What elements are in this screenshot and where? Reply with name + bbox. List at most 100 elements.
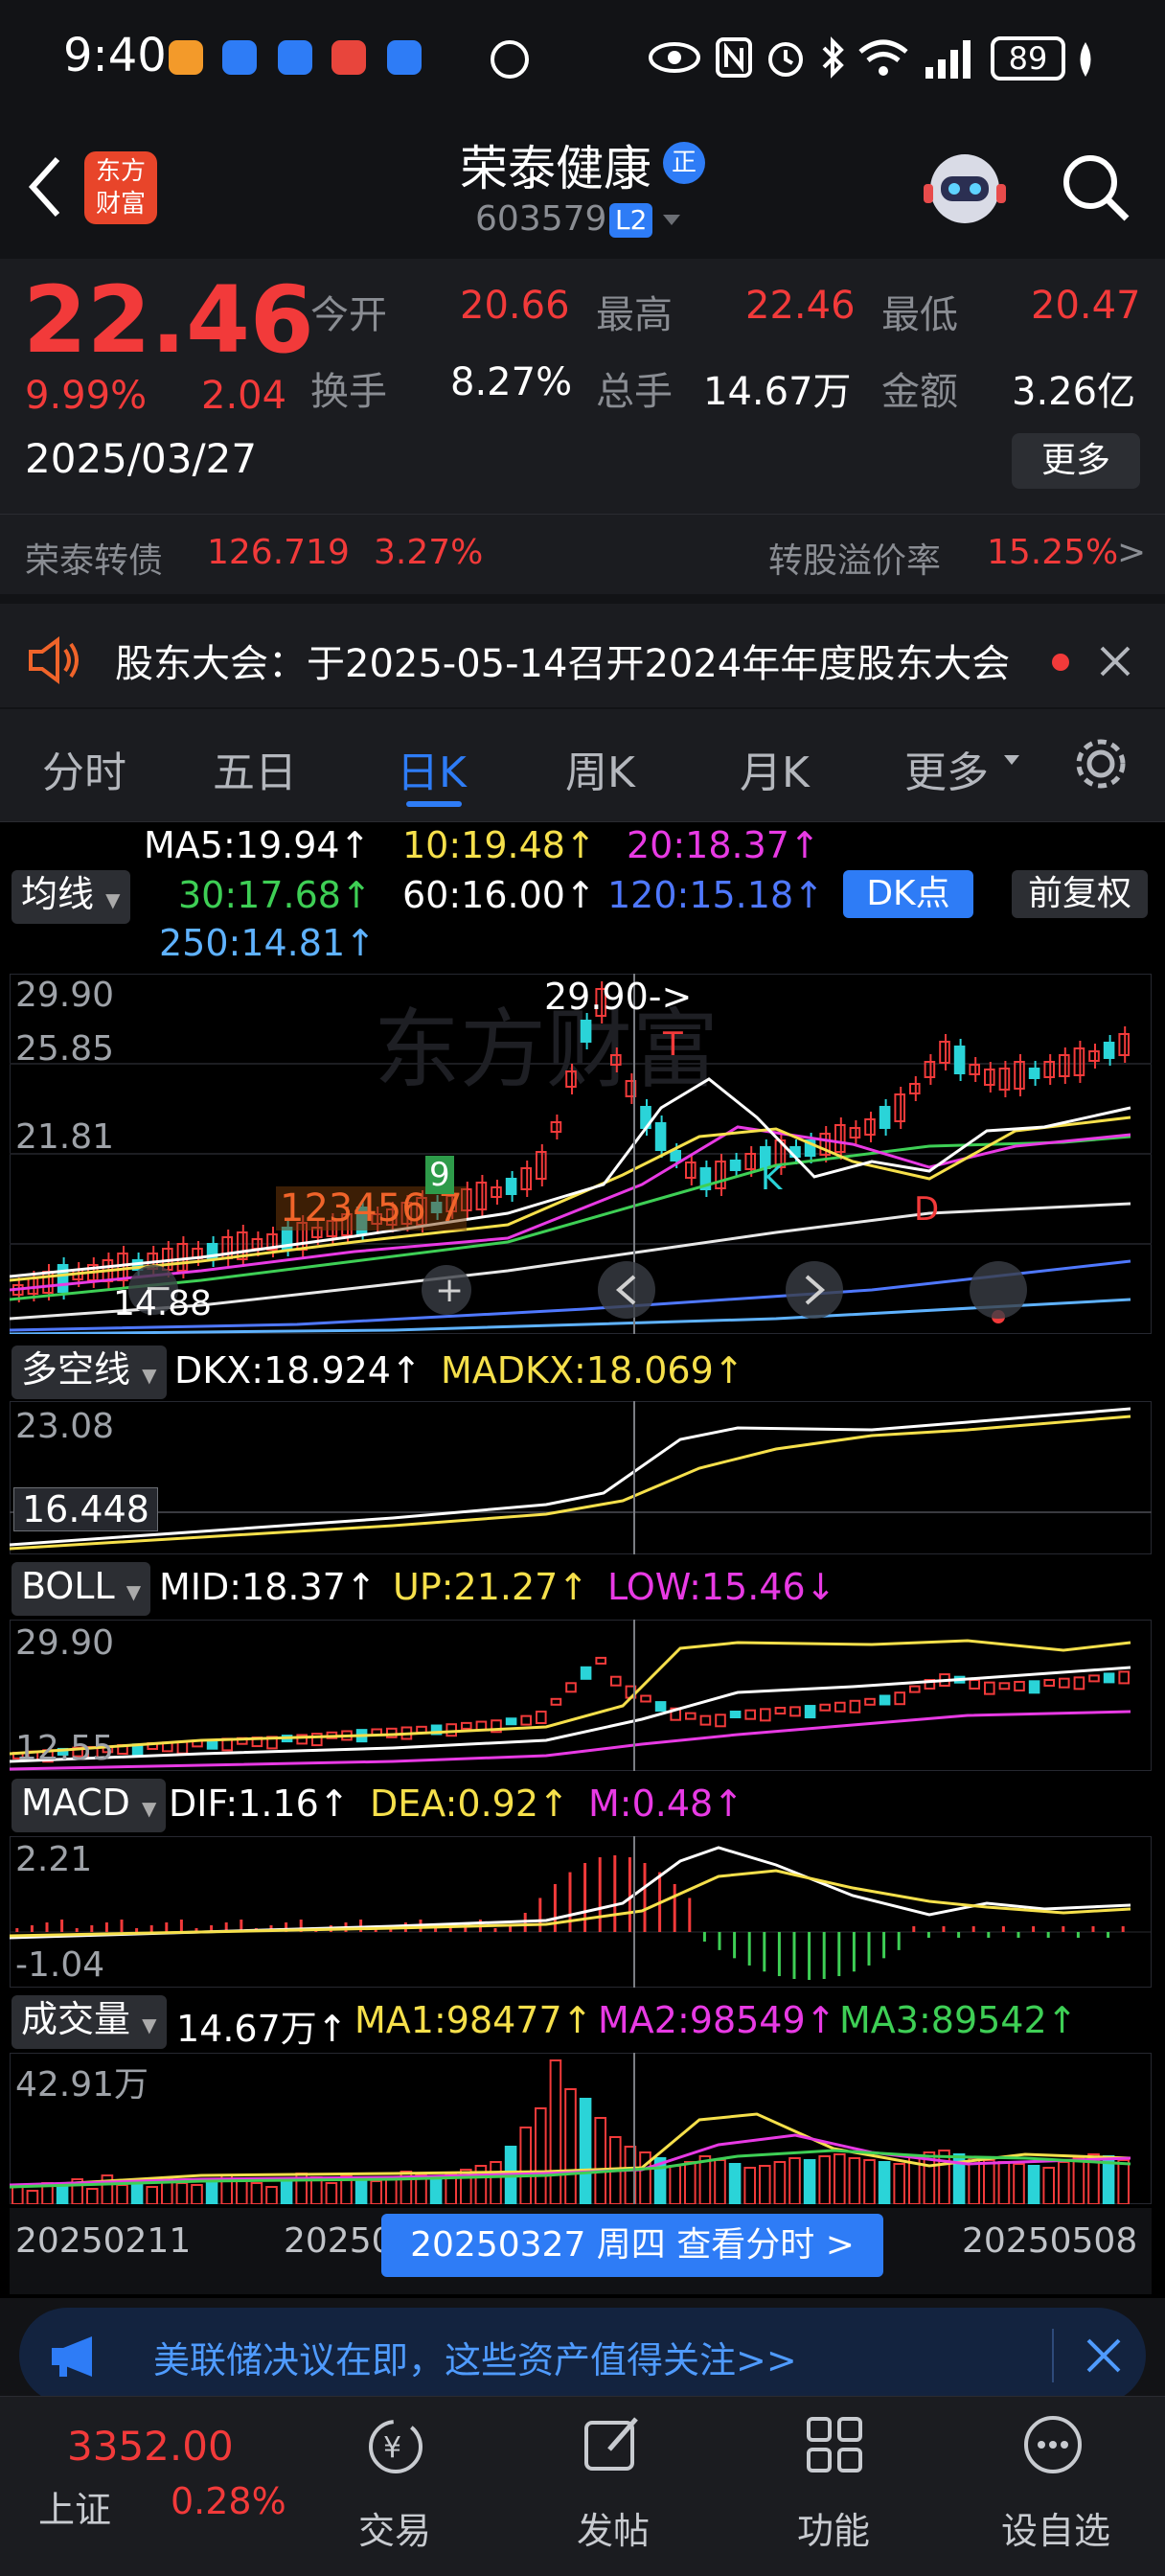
volume-bar: [191, 2184, 203, 2204]
boll-candle: [760, 1708, 771, 1722]
trade-icon[interactable]: ¥: [362, 2415, 429, 2478]
nfc-icon: [491, 40, 529, 79]
close-icon[interactable]: [1085, 2336, 1123, 2375]
brand-line2: 财富: [95, 190, 146, 218]
app-notification-icon: [169, 40, 203, 75]
tab-weekly-k[interactable]: 周K: [565, 738, 635, 799]
volume-bar: [280, 2178, 293, 2204]
volume-bar: [983, 2159, 995, 2204]
dkx-dropdown[interactable]: 多空线 ▼: [11, 1346, 167, 1399]
volume-bar: [549, 2059, 562, 2204]
battery-icon: 89: [991, 36, 1065, 80]
tab-daily-k[interactable]: 日K: [397, 738, 467, 799]
robot-assistant-icon[interactable]: [920, 146, 1010, 232]
post-icon[interactable]: [581, 2413, 644, 2476]
tab-more[interactable]: 更多: [904, 738, 989, 799]
boll-candle: [998, 1682, 1011, 1690]
notice-bar[interactable]: 股东大会：于2025-05-14召开2024年年度股东大会: [0, 594, 1165, 707]
search-icon[interactable]: [1058, 150, 1134, 226]
dkx-chart[interactable]: [10, 1401, 1152, 1554]
scroll-right-button[interactable]: [786, 1261, 843, 1319]
date-axis-left: 20250211: [15, 2221, 192, 2261]
index-value[interactable]: 3352.00: [67, 2423, 234, 2470]
volume-bar: [265, 2186, 278, 2204]
nine-marker: 9: [425, 1156, 454, 1194]
boll-candle: [744, 1709, 757, 1720]
boll-candle: [461, 1721, 472, 1730]
volume-bar: [863, 2159, 876, 2204]
stock-code: 603579: [475, 199, 607, 239]
ma30-value: 30:17.68↑: [178, 874, 372, 916]
candle: [1103, 1042, 1115, 1059]
volume-dropdown-label: 成交量: [21, 1998, 131, 2040]
promo-banner[interactable]: 美联储决议在即，这些资产值得关注>>: [19, 2308, 1146, 2404]
adjust-button[interactable]: 前复权: [1012, 870, 1148, 918]
volume-bar: [370, 2180, 382, 2204]
boll-candle: [1043, 1679, 1056, 1687]
tab-five-day[interactable]: 五日: [213, 738, 297, 799]
boll-candle: [774, 1707, 787, 1715]
premium-label[interactable]: 转股溢价率: [768, 533, 941, 583]
candle: [1028, 1068, 1040, 1079]
dkx-axis-top: 23.08: [15, 1407, 115, 1446]
boll-up-line: [10, 1639, 1131, 1756]
volume-bar: [490, 2161, 502, 2204]
boll-candle: [699, 1714, 712, 1726]
nav-function[interactable]: 功能: [757, 2501, 910, 2554]
volume-bar: [878, 2161, 891, 2204]
more-button[interactable]: 更多: [1012, 433, 1140, 489]
volume-chart[interactable]: [10, 2053, 1152, 2204]
macd-dropdown[interactable]: MACD ▼: [11, 1779, 167, 1832]
boll-candle: [1073, 1676, 1085, 1690]
signal-icon: [925, 40, 971, 79]
ma-dropdown[interactable]: 均线 ▼: [11, 870, 130, 924]
nav-watchlist[interactable]: 设自选: [979, 2501, 1132, 2554]
boll-dropdown[interactable]: BOLL ▼: [11, 1562, 151, 1616]
volume-bar: [385, 2176, 398, 2204]
gear-icon[interactable]: [1071, 734, 1131, 794]
expand-button[interactable]: [970, 1261, 1027, 1319]
boll-candle: [654, 1701, 667, 1713]
macd-chart[interactable]: [10, 1836, 1152, 1988]
boll-chart[interactable]: [10, 1620, 1152, 1771]
back-arrow-icon[interactable]: [23, 153, 65, 220]
app-notification-icon: [387, 40, 422, 75]
boll-axis-bottom: 12.55: [15, 1729, 115, 1768]
candle: [670, 1150, 682, 1162]
divider: [1052, 2329, 1054, 2382]
index-name[interactable]: 上证: [38, 2480, 111, 2533]
volume-bar: [1058, 2161, 1070, 2204]
function-icon[interactable]: [803, 2413, 866, 2476]
boll-axis-top: 29.90: [15, 1623, 115, 1663]
kline-chart[interactable]: 东方财富 − +: [10, 974, 1152, 1334]
wifi-icon: [858, 39, 908, 76]
open-value: 20.66: [460, 284, 570, 328]
volume-value: 14.67万: [703, 370, 852, 414]
volume-bar: [684, 2161, 697, 2204]
candle: [998, 1068, 1011, 1091]
close-icon[interactable]: [1098, 644, 1132, 678]
macd-axis-bottom: -1.04: [15, 1945, 105, 1985]
premium-arrow[interactable]: >: [1117, 533, 1146, 572]
dk-point-button[interactable]: DK点: [843, 870, 973, 918]
candle: [1073, 1047, 1085, 1076]
nav-post[interactable]: 发帖: [537, 2501, 690, 2554]
tab-intraday[interactable]: 分时: [42, 738, 126, 799]
more-dots-icon[interactable]: [1021, 2413, 1085, 2476]
bond-label[interactable]: 荣泰转债: [25, 533, 163, 583]
boll-candle: [984, 1681, 995, 1695]
level2-badge[interactable]: L2: [609, 203, 653, 238]
tab-monthly-k[interactable]: 月K: [740, 738, 810, 799]
vol-ma3-value: MA3:89542↑: [839, 1999, 1078, 2041]
view-intraday-button[interactable]: 20250327 周四 查看分时 >: [381, 2214, 883, 2277]
volume-bar: [594, 2117, 607, 2204]
scroll-left-button[interactable]: [598, 1261, 655, 1319]
volume-dropdown[interactable]: 成交量 ▼: [11, 1995, 167, 2049]
volume-bar: [669, 2165, 682, 2204]
boll-candle: [879, 1694, 891, 1706]
volume-bar: [1072, 2157, 1085, 2204]
ma-dropdown-label: 均线: [21, 873, 95, 915]
nav-trade[interactable]: 交易: [318, 2501, 471, 2554]
volume-axis-top: 42.91万: [15, 2065, 149, 2104]
quote-date: 2025/03/27: [25, 435, 258, 482]
